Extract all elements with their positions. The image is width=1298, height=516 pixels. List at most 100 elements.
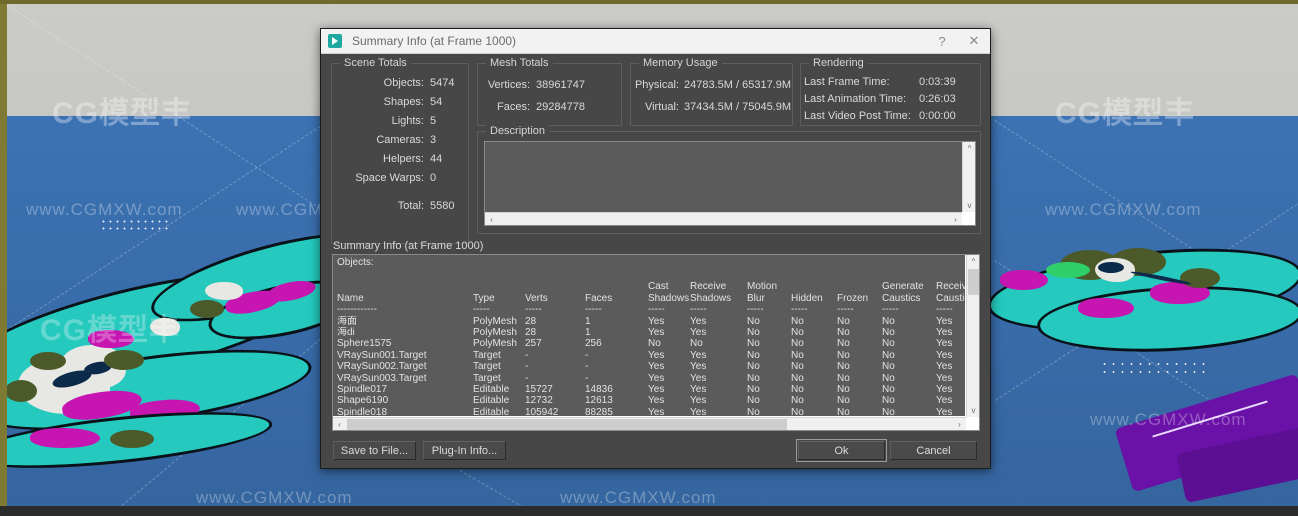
save-to-file-button[interactable]: Save to File... <box>333 441 416 460</box>
mesh-totals-legend: Mesh Totals <box>486 57 553 69</box>
table-cell: No <box>882 372 895 384</box>
objects-vertical-scrollbar[interactable]: ^ v <box>966 255 979 417</box>
scroll-left-icon[interactable]: ‹ <box>333 418 346 431</box>
memory-physical-value: 24783.5M / 65317.9M <box>684 79 792 91</box>
table-cell: Yes <box>936 349 953 361</box>
plugin-info-button[interactable]: Plug-In Info... <box>423 441 506 460</box>
table-cell: No <box>791 361 804 373</box>
scroll-down-icon[interactable]: v <box>963 199 976 212</box>
table-row: 海面PolyMesh281YesYesNoNoNoNoYesYes <box>337 316 965 327</box>
table-cell: ----- <box>525 304 542 316</box>
table-row: Shape6190 Editable 12732 12613 Yes Yes No No No N… <box>337 395 965 406</box>
description-legend: Description <box>486 125 550 137</box>
table-cell: No <box>882 406 895 416</box>
memory-virtual-label: Virtual: <box>644 101 679 113</box>
table-header-line1: CastReceiveMotionGenerateReceiveGenerate <box>337 281 965 292</box>
moss-shape <box>1180 268 1220 288</box>
objects-horizontal-scrollbar[interactable]: ‹ › <box>333 417 966 430</box>
scene-totals-total-label: Total: <box>397 200 424 212</box>
table-cell: Yes <box>648 361 665 373</box>
table-cell: - <box>525 372 529 384</box>
dialog-titlebar[interactable]: Summary Info (at Frame 1000) ? ✕ <box>321 29 990 54</box>
table-cell: Verts <box>525 292 548 304</box>
table-cell: No <box>837 406 850 416</box>
objects-list-content[interactable]: Objects: Cast Receive Motion Generate Receive… <box>333 255 965 416</box>
table-cell: No <box>882 395 895 407</box>
table-cell: Faces <box>585 292 613 304</box>
scene-totals-objects-value: 5474 <box>430 77 455 89</box>
table-cell: Blur <box>747 292 765 304</box>
table-cell: 1 <box>585 326 591 338</box>
description-vertical-scrollbar[interactable]: ^ v <box>962 142 975 212</box>
scroll-right-icon[interactable]: › <box>953 418 966 431</box>
table-spacer <box>337 270 965 281</box>
scroll-down-icon[interactable]: v <box>967 404 980 417</box>
table-cell: No <box>882 338 895 350</box>
last-animation-time-label: Last Animation Time: <box>804 93 907 105</box>
table-cell: No <box>882 361 895 373</box>
viewport-left-border <box>0 0 7 516</box>
table-cell: Yes <box>936 361 953 373</box>
table-cell: VRaySun001.Target <box>337 349 427 361</box>
moss-shape <box>5 380 37 402</box>
ok-button[interactable]: Ok <box>796 439 887 462</box>
help-button[interactable]: ? <box>926 29 958 54</box>
table-cell: Shadows <box>690 292 732 304</box>
cancel-button[interactable]: Cancel <box>890 441 977 460</box>
horizontal-scroll-thumb[interactable] <box>347 419 787 430</box>
table-cell: No <box>791 372 804 384</box>
table-cell: Yes <box>648 326 665 338</box>
close-button[interactable]: ✕ <box>958 29 990 54</box>
viewport-top-border <box>0 0 1298 4</box>
memory-usage-group: Memory Usage Physical: 24783.5M / 65317.… <box>630 57 793 126</box>
memory-virtual-value: 37434.5M / 75045.9M <box>684 101 792 113</box>
description-group: Description ^ v ‹ › <box>477 125 981 234</box>
table-cell: No <box>837 349 850 361</box>
table-cell: No <box>747 326 760 338</box>
scene-totals-total-value: 5580 <box>430 200 455 212</box>
table-cell: Spindle017 <box>337 383 388 395</box>
table-cell: Caustics <box>882 292 921 304</box>
table-cell: Yes <box>648 406 665 416</box>
scroll-up-icon[interactable]: ^ <box>967 255 980 268</box>
scroll-right-icon[interactable]: › <box>949 213 962 226</box>
table-cell: Shadows <box>648 292 690 304</box>
table-cell: No <box>747 361 760 373</box>
mesh-totals-faces-value: 29284778 <box>536 101 585 113</box>
scroll-up-icon[interactable]: ^ <box>963 142 976 155</box>
table-cell: Target <box>473 361 501 373</box>
mesh-totals-group: Mesh Totals Vertices: 38961747 Faces: 29… <box>477 57 622 126</box>
table-cell: ----- <box>791 304 808 316</box>
table-cell: No <box>791 338 804 350</box>
summary-info-dialog: Summary Info (at Frame 1000) ? ✕ Scene T… <box>320 28 991 469</box>
table-cell: No <box>648 338 661 350</box>
table-cell: Yes <box>690 383 707 395</box>
table-cell: 28 <box>525 315 537 327</box>
table-cell: No <box>837 361 850 373</box>
table-cell: 105942 <box>525 406 559 416</box>
description-textarea[interactable]: ^ v ‹ › <box>484 141 976 226</box>
table-cell: Editable <box>473 383 510 395</box>
table-cell: 28 <box>525 326 537 338</box>
table-cell: Editable <box>473 406 510 416</box>
dialog-title: Summary Info (at Frame 1000) <box>352 34 517 48</box>
description-text[interactable] <box>485 142 962 212</box>
table-cell: ----- <box>882 304 899 316</box>
table-cell: - <box>585 361 589 373</box>
table-cell: PolyMesh <box>473 315 517 327</box>
objects-list-panel[interactable]: Objects: Cast Receive Motion Generate Receive… <box>332 254 980 431</box>
table-cell: 12613 <box>585 395 613 407</box>
vertical-scroll-thumb[interactable] <box>968 269 979 295</box>
table-cell: 15727 <box>525 383 553 395</box>
table-cell: ----- <box>747 304 764 316</box>
description-horizontal-scrollbar[interactable]: ‹ › <box>485 212 962 225</box>
table-cell: 12732 <box>525 395 553 407</box>
scroll-left-icon[interactable]: ‹ <box>485 213 498 226</box>
table-cell: No <box>837 395 850 407</box>
table-cell: No <box>747 406 760 416</box>
scene-totals-shapes-value: 54 <box>430 96 443 108</box>
viewport-bottom-border <box>0 506 1298 516</box>
scene-totals-helpers-value: 44 <box>430 153 443 165</box>
table-cell: No <box>791 395 804 407</box>
table-cell: No <box>837 372 850 384</box>
